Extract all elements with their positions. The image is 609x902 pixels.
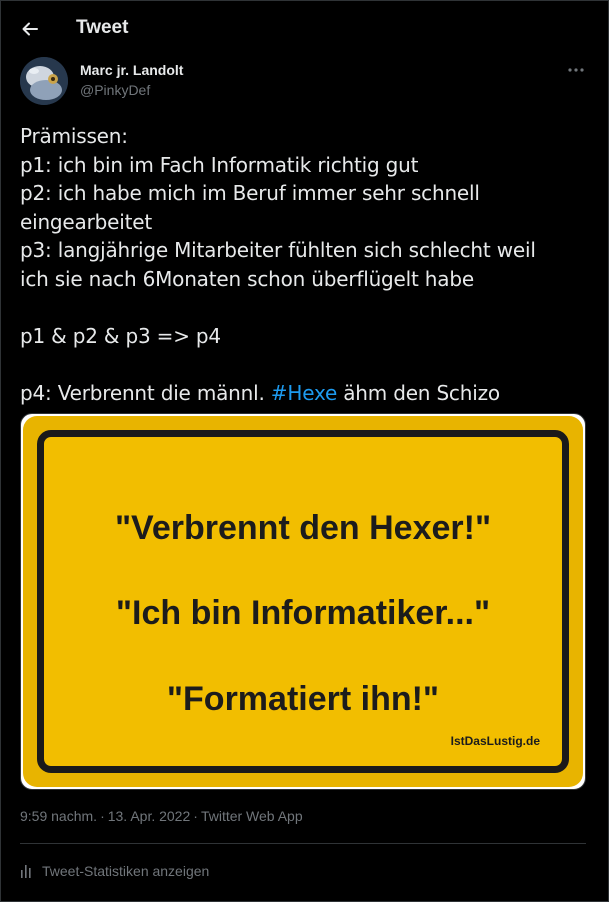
meta-separator: · — [193, 808, 198, 824]
more-horizontal-icon[interactable] — [566, 62, 586, 78]
tweet-source-app[interactable]: Twitter Web App — [201, 808, 303, 824]
tweet-line: p3: langjährige Mitarbeiter fühlten sich… — [20, 238, 536, 262]
meta-separator: · — [100, 808, 105, 824]
tweet-time[interactable]: 9:59 nachm. — [20, 808, 97, 824]
tweet-date[interactable]: 13. Apr. 2022 — [108, 808, 191, 824]
tweet-image[interactable]: "Verbrennt den Hexer!" "Ich bin Informat… — [20, 413, 586, 790]
sign-text-line: "Verbrennt den Hexer!" — [114, 509, 492, 547]
author-handle[interactable]: @PinkyDef — [80, 82, 150, 98]
sign-text-line: "Formatiert ihn!" — [166, 680, 440, 718]
sign-panel: "Verbrennt den Hexer!" "Ich bin Informat… — [37, 430, 569, 773]
arrow-left-icon[interactable] — [20, 19, 40, 39]
sign-text-line: "Ich bin Informatiker..." — [115, 594, 491, 632]
bar-chart-icon — [21, 865, 31, 878]
tweet-line: Prämissen: — [20, 124, 128, 148]
tweet-text: Prämissen: p1: ich bin im Fach Informati… — [20, 122, 590, 407]
tweet-text-segment: p4: Verbrennt die männl. — [20, 380, 271, 405]
tweet-meta: 9:59 nachm. · 13. Apr. 2022 · Twitter Web Ap… — [20, 808, 303, 824]
tweet-text-segment: ähm den Schizo — [337, 380, 500, 405]
tweet-line: eingearbeitet — [20, 209, 152, 234]
tweet-line: p1: ich bin im Fach Informatik richtig g… — [20, 152, 419, 177]
page-title: Tweet — [76, 17, 129, 38]
tweet-line: p1 & p2 & p3 => p4 — [20, 323, 221, 348]
tweet-line: ich sie nach 6Monaten schon überflügelt … — [20, 266, 474, 291]
tweet-line-last: p4: Verbrennt die männl. #Hexe ähm den S… — [20, 379, 590, 408]
tweet-line: p2: ich habe mich im Beruf immer sehr sc… — [20, 181, 480, 205]
hashtag-link[interactable]: #Hexe — [271, 381, 337, 405]
tweet-stats-link[interactable]: Tweet-Statistiken anzeigen — [20, 861, 209, 881]
divider — [20, 843, 586, 844]
author-name[interactable]: Marc jr. Landolt — [80, 62, 183, 78]
top-bar: Tweet — [0, 0, 609, 58]
image-watermark: IstDasLustig.de — [450, 734, 540, 748]
avatar[interactable] — [20, 57, 68, 105]
tweet-stats-label: Tweet-Statistiken anzeigen — [42, 863, 210, 879]
avatar-image — [20, 57, 68, 105]
sign-outer: "Verbrennt den Hexer!" "Ich bin Informat… — [23, 416, 583, 787]
